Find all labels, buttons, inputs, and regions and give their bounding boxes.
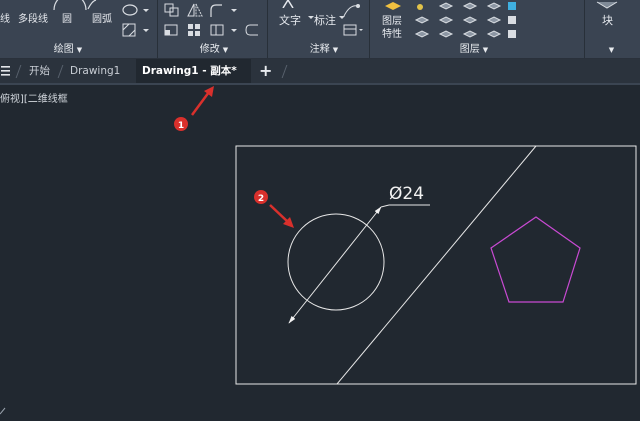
dimension-text[interactable]: Ø24 <box>389 184 424 204</box>
circle-geometry[interactable] <box>287 213 385 311</box>
callout-number-2: 2 <box>258 194 264 204</box>
diameter-dimension-line[interactable] <box>288 206 382 324</box>
pentagon-geometry[interactable] <box>490 216 581 303</box>
callout-arrow-2 <box>269 204 289 223</box>
drawing-canvas: Ø24 1 2 <box>0 86 637 415</box>
diagonal-line[interactable] <box>336 145 537 385</box>
dimension-leader-line <box>380 204 390 208</box>
callout-number-1: 1 <box>178 121 184 131</box>
ucs-icon <box>0 407 6 415</box>
callout-arrow-1 <box>190 91 211 116</box>
